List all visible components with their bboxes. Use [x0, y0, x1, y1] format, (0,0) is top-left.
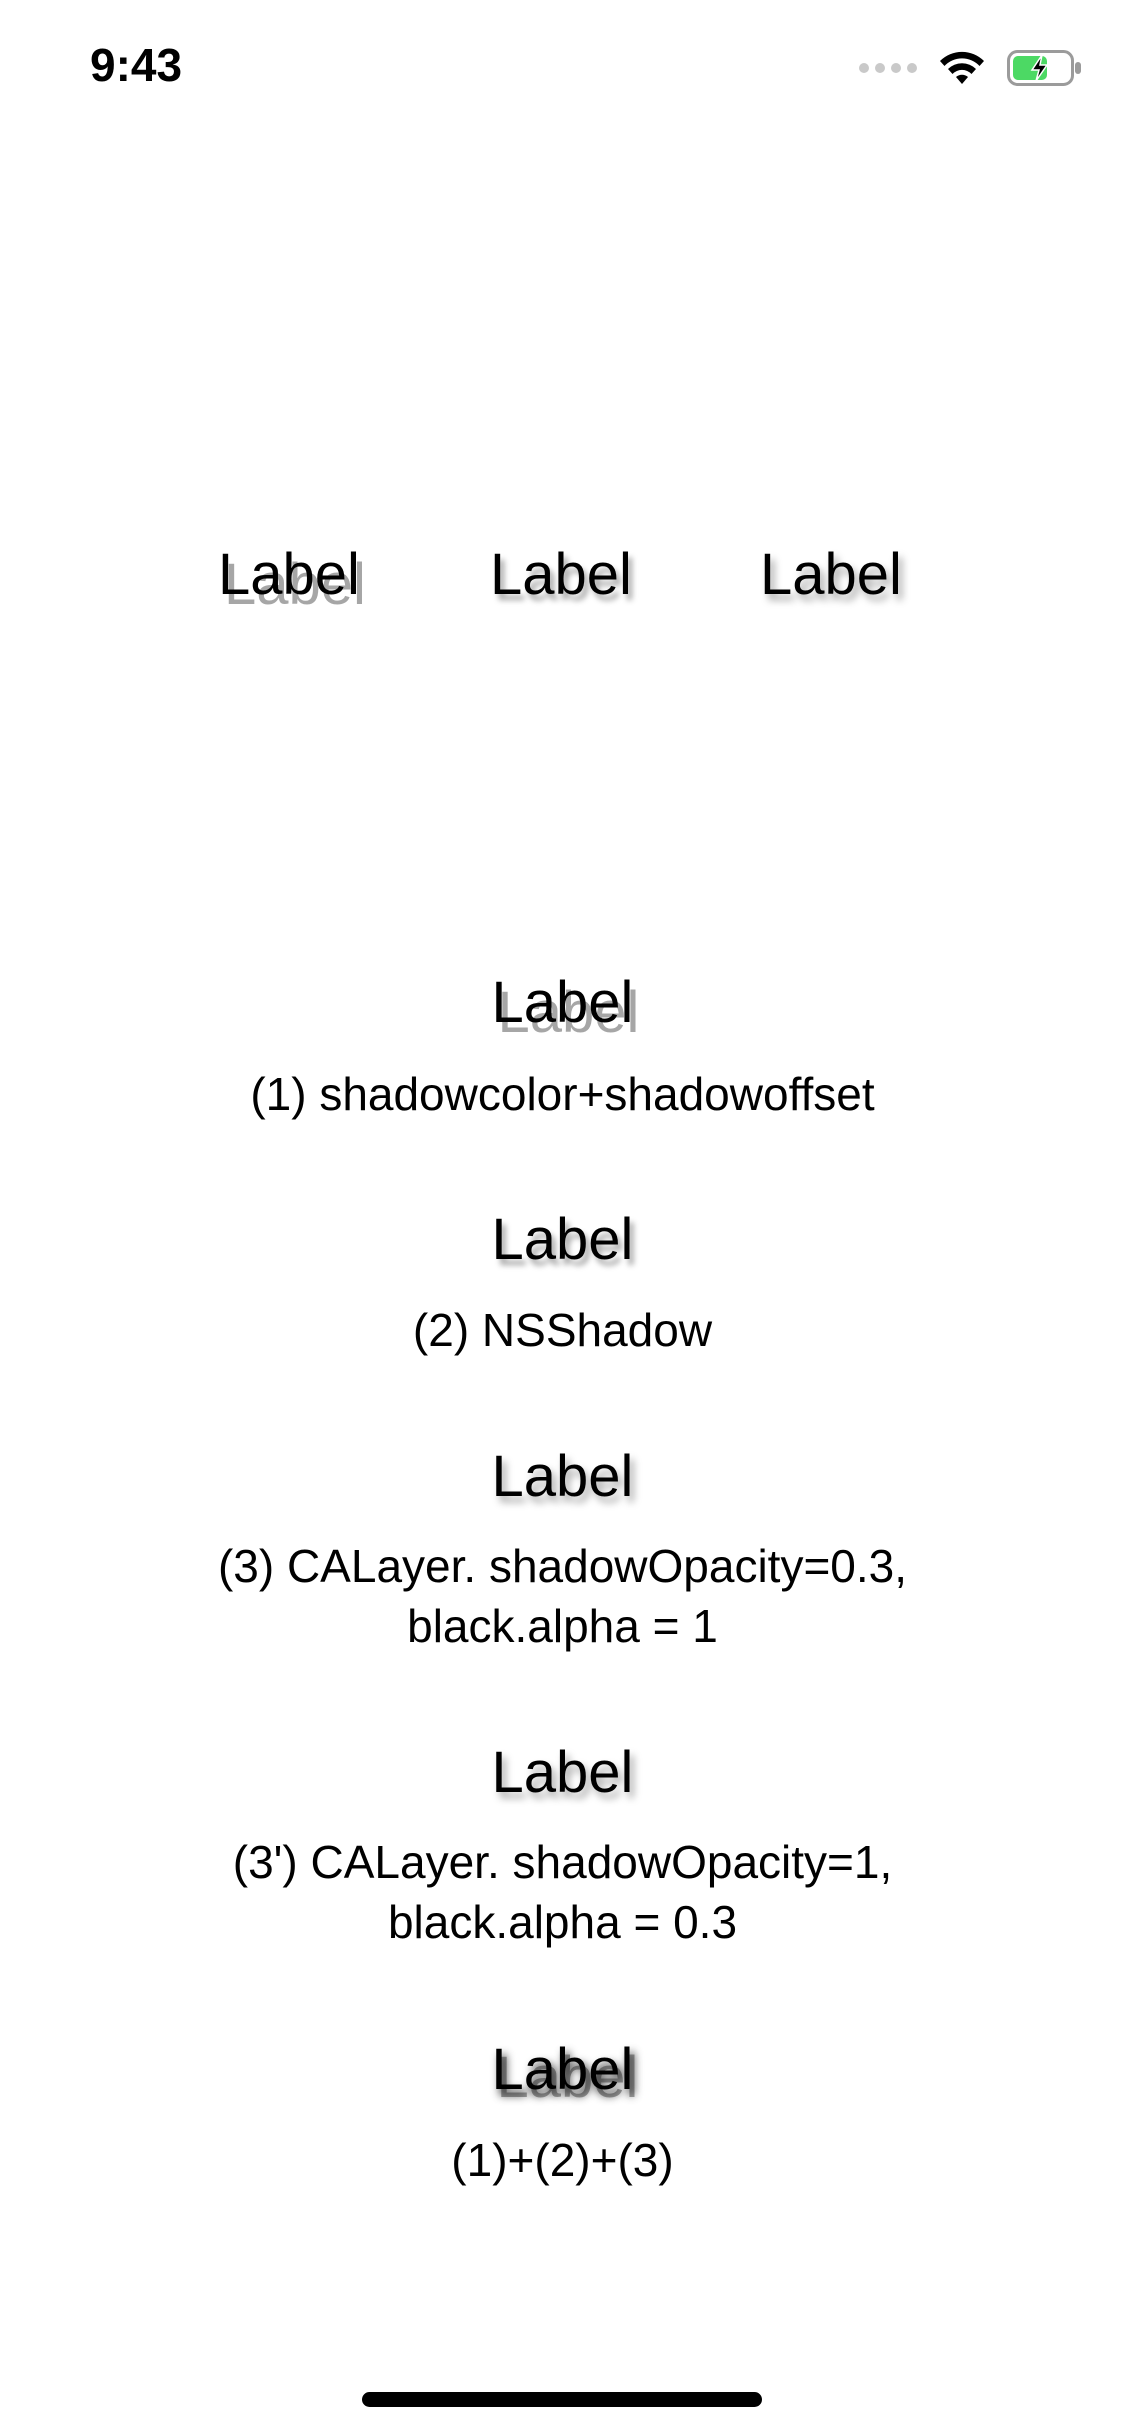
caption-4-line-2: black.alpha = 0.3 — [387, 1896, 738, 1948]
caption-1: (1) shadowcolor+shadowoffset — [0, 1064, 1125, 1124]
caption-4: (3') CALayer. shadowOpacity=1, black.alp… — [0, 1832, 1125, 1952]
top-label-3: Label — [760, 542, 902, 607]
caption-3: (3) CALayer. shadowOpacity=0.3, black.al… — [0, 1536, 1125, 1656]
cellular-signal-icon — [859, 63, 917, 73]
status-time: 9:43 — [90, 39, 183, 91]
status-icons — [859, 48, 1083, 88]
home-indicator[interactable] — [362, 2392, 762, 2407]
top-label-1: Label — [218, 542, 360, 607]
caption-5: (1)+(2)+(3) — [0, 2130, 1125, 2190]
caption-2: (2) NSShadow — [0, 1300, 1125, 1360]
caption-3-line-1: (3) CALayer. shadowOpacity=0.3, — [217, 1540, 908, 1592]
shadow-label-1: Label — [491, 970, 634, 1035]
caption-1-line-1: (1) shadowcolor+shadowoffset — [250, 1068, 875, 1120]
shadow-label-4: Label — [491, 1740, 634, 1805]
status-bar: 9:43 — [0, 0, 1125, 140]
top-label-2: Label — [490, 542, 632, 607]
shadow-label-5: Label — [491, 2037, 634, 2102]
caption-5-line-1: (1)+(2)+(3) — [451, 2134, 674, 2186]
wifi-icon — [939, 50, 985, 86]
caption-4-line-1: (3') CALayer. shadowOpacity=1, — [232, 1836, 893, 1888]
battery-charging-icon — [1007, 50, 1083, 86]
shadow-label-2: Label — [491, 1207, 634, 1272]
shadow-label-3: Label — [491, 1444, 634, 1509]
caption-2-line-1: (2) NSShadow — [412, 1304, 713, 1356]
caption-3-line-2: black.alpha = 1 — [407, 1600, 718, 1652]
